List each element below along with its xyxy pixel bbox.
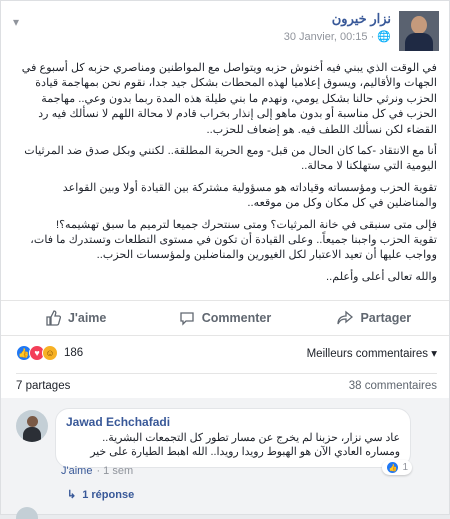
comment-like-link[interactable]: J'aime (61, 465, 92, 477)
post-paragraph-2: أنا مع الانتقاد -كما كان الحال من قبل- و… (24, 145, 437, 173)
reply-arrow-icon: ↳ (67, 489, 77, 501)
comment-age[interactable]: · 1 sem (96, 465, 133, 477)
post-paragraph-1: في الوقت الذي يبني فيه أخنوش حزبه ويتواص… (21, 62, 437, 136)
view-replies-link[interactable]: ↳ 1 réponse (67, 488, 135, 502)
avatar-body (23, 427, 41, 442)
share-count[interactable]: 7 partages (16, 380, 70, 392)
commenter-name[interactable]: Jawad Echchafadi (66, 415, 400, 429)
like-reaction-icon: 👍 (386, 461, 400, 474)
comment-icon (180, 312, 194, 326)
comment-bubble: Jawad Echchafadi عاد سي نزار، حزبنا لم ي… (55, 408, 412, 475)
comment-count[interactable]: 38 commentaires (349, 380, 437, 392)
comment-text: عاد سي نزار، حزبنا لم يخرج عن مسار تطور … (90, 432, 400, 458)
post-paragraph-5: والله تعالى أعلى وأعلم.. (326, 270, 437, 283)
avatar-head (411, 16, 427, 34)
comments-section: Jawad Echchafadi عاد سي نزار، حزبنا لم ي… (1, 398, 449, 519)
post-meta: نزار خيرون 30 Janvier, 00:15 · 🌐 (284, 11, 391, 43)
post-header: نزار خيرون 30 Janvier, 00:15 · 🌐 (284, 11, 439, 51)
reaction-count[interactable]: 186 (64, 347, 83, 359)
divider (1, 335, 449, 336)
chevron-down-icon[interactable]: ▾ (13, 15, 19, 29)
haha-reaction-icon: ☺ (42, 345, 58, 361)
share-icon (337, 310, 354, 325)
next-commenter-avatar[interactable] (16, 507, 38, 519)
post-text: في الوقت الذي يبني فيه أخنوش حزبه ويتواص… (15, 61, 437, 291)
share-label: Partager (360, 311, 412, 325)
comment-button[interactable]: Commenter (150, 301, 299, 335)
reactions[interactable]: 👍 ♥ ☺ 186 (16, 345, 83, 361)
post-actions: J'aime Commenter Partager (1, 301, 449, 335)
thumbs-up-icon (46, 310, 61, 326)
post-timestamp[interactable]: 30 Janvier, 00:15 · 🌐 (284, 30, 391, 43)
share-comment-stats: 7 partages 38 commentaires (16, 373, 437, 392)
like-label: J'aime (67, 311, 107, 325)
author-avatar[interactable] (399, 11, 439, 51)
comment-label: Commenter (201, 311, 272, 325)
reaction-summary: 👍 ♥ ☺ 186 Meilleurs commentaires ▾ (16, 345, 437, 361)
avatar-body (405, 33, 433, 51)
comment-like-count: 1 (402, 462, 408, 473)
like-button[interactable]: J'aime (1, 301, 150, 335)
avatar-head (27, 416, 38, 427)
commenter-avatar[interactable] (16, 410, 48, 442)
reply-count: 1 réponse (82, 488, 135, 501)
post-paragraph-3: تقوية الحزب ومؤسساته وقياداته هو مسؤولية… (62, 181, 437, 210)
post-paragraph-4: فإلى متى سنبقى في خانة المرثيات؟ ومتى سن… (30, 218, 437, 262)
comment-sort-dropdown[interactable]: Meilleurs commentaires ▾ (307, 346, 437, 360)
comment-meta: J'aime · 1 sem (61, 465, 133, 477)
globe-icon: 🌐 (377, 31, 391, 43)
share-button[interactable]: Partager (300, 301, 449, 335)
post-card: ▾ نزار خيرون 30 Janvier, 00:15 · 🌐 في ال… (0, 0, 450, 519)
comment-like-badge[interactable]: 👍 1 (382, 460, 412, 475)
post-author[interactable]: نزار خيرون (284, 11, 391, 27)
